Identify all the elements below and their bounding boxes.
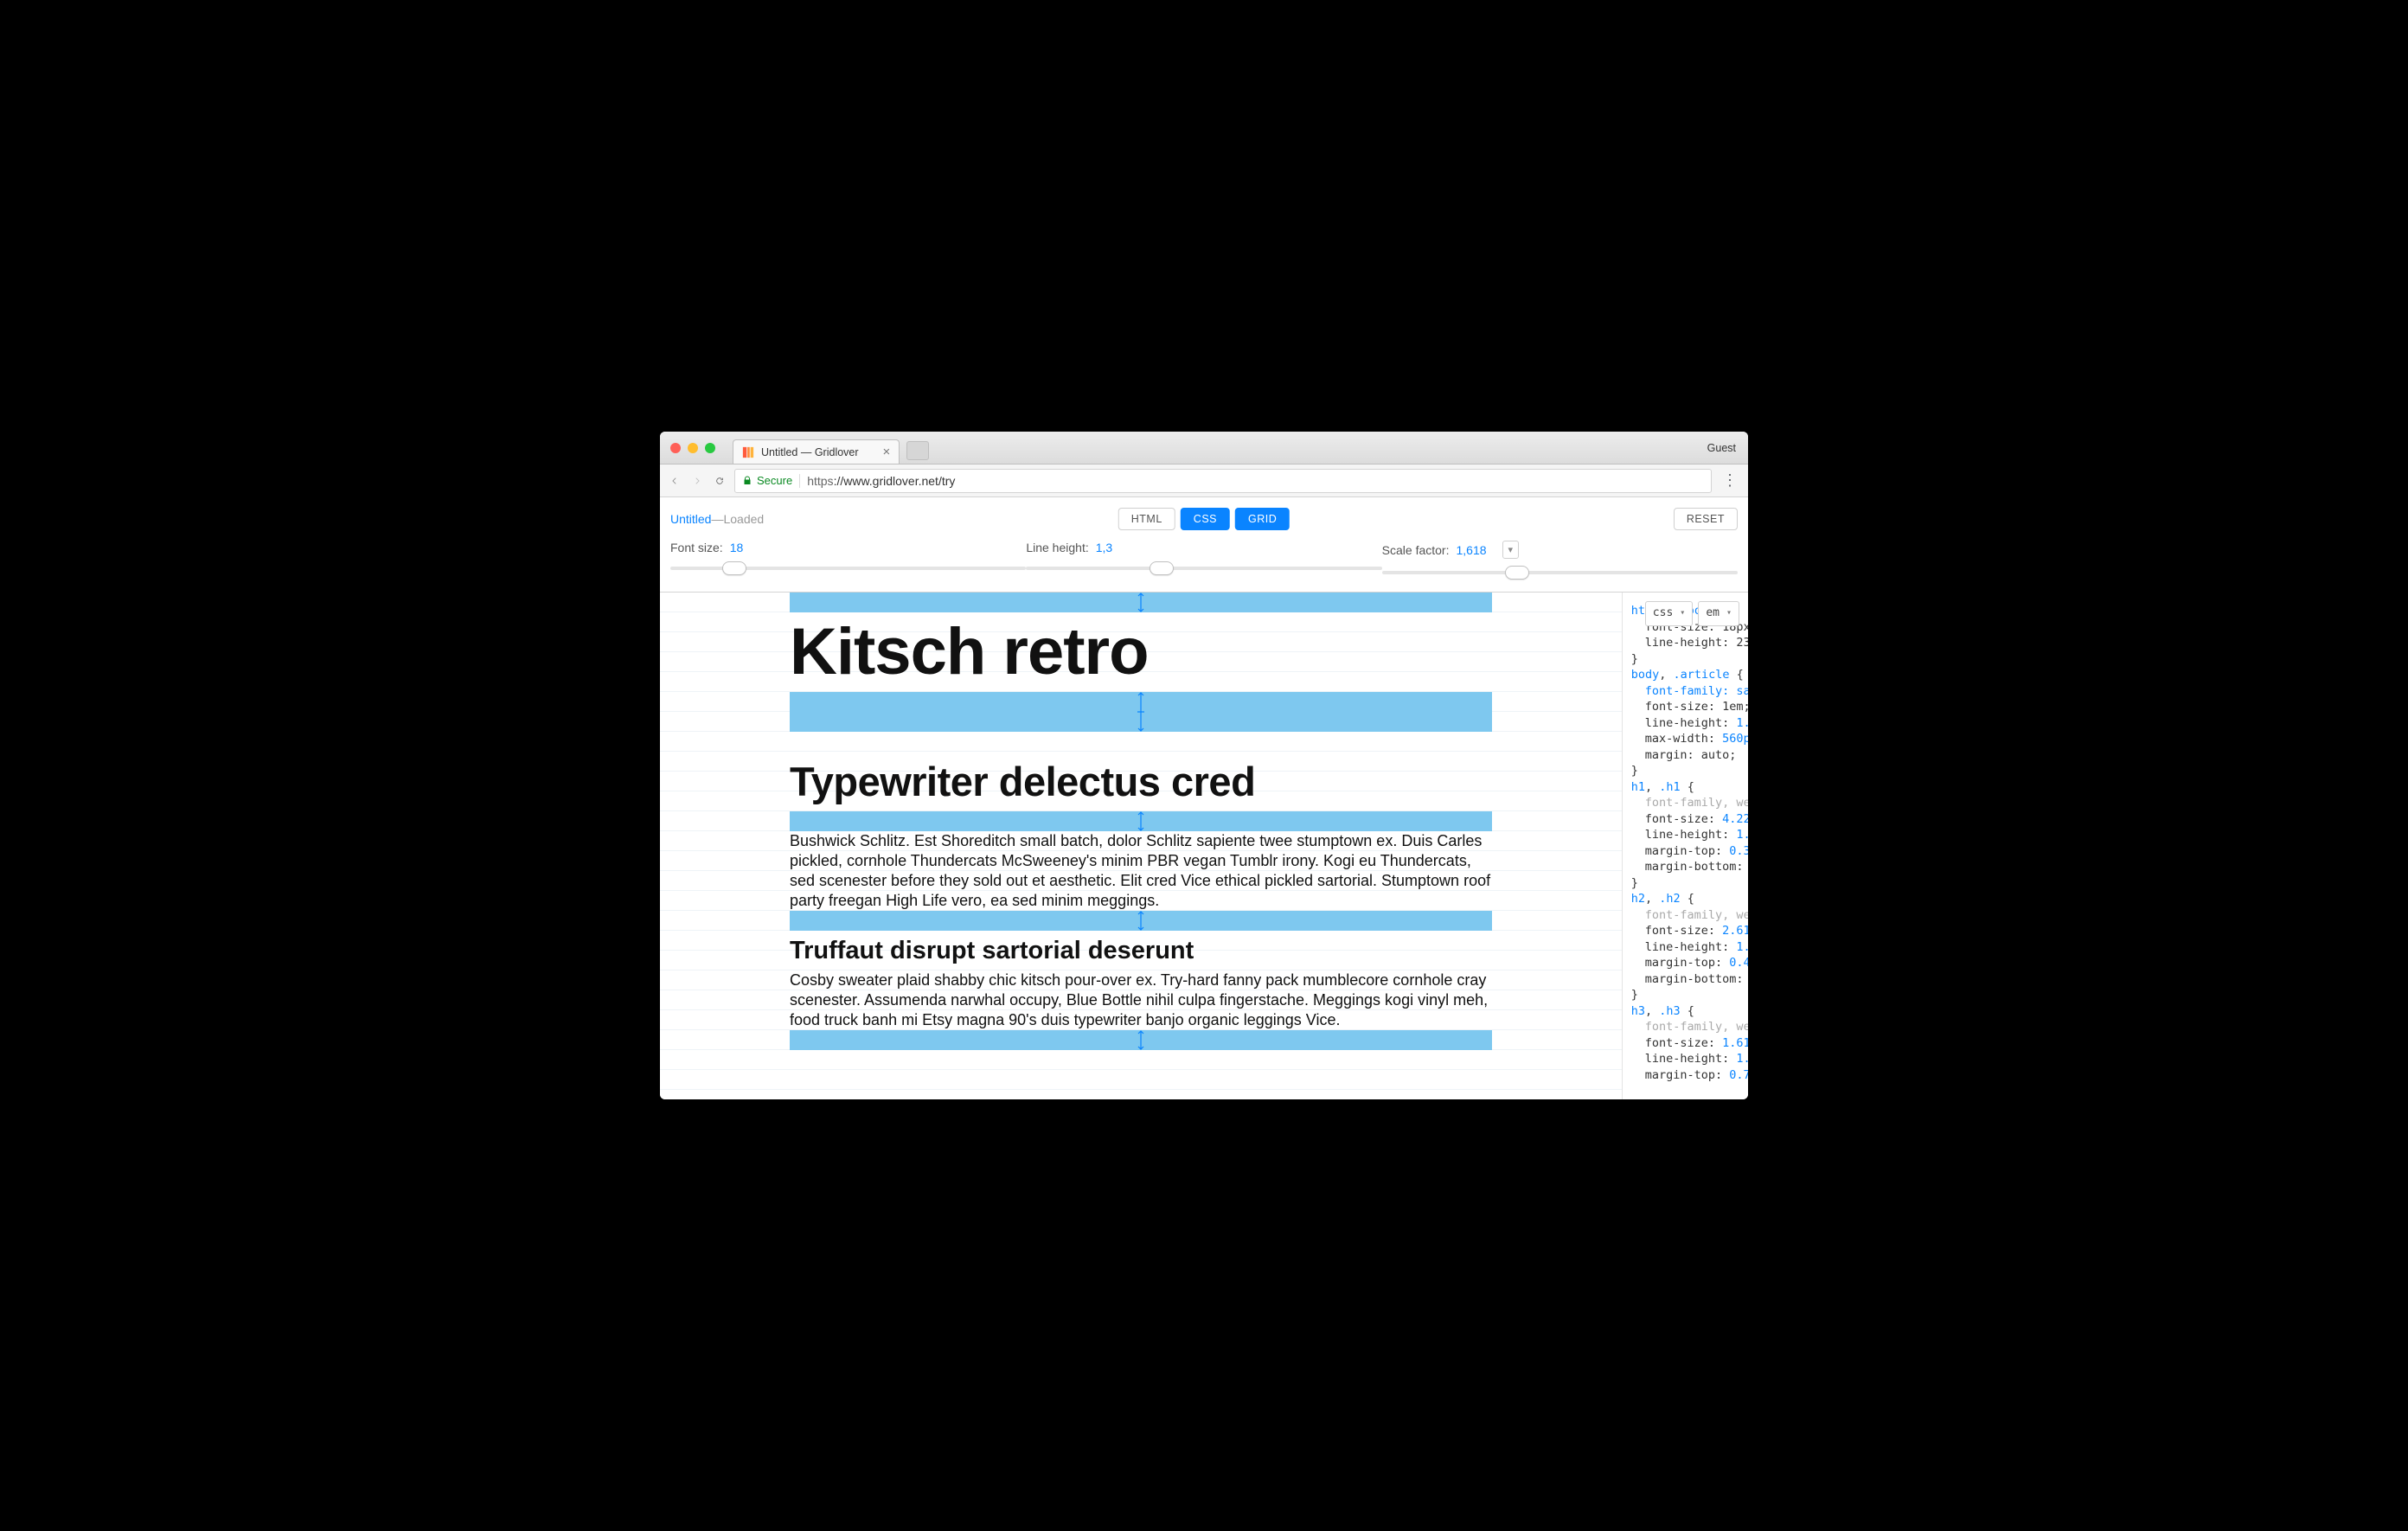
preview-pane: Kitsch retro Typewriter delectus cred Bu… bbox=[660, 593, 1622, 1099]
margin-band bbox=[790, 911, 1492, 931]
line-height-value: 1,3 bbox=[1096, 541, 1112, 554]
margin-band bbox=[790, 811, 1492, 831]
view-toggle-group: HTML CSS GRID bbox=[1118, 508, 1290, 530]
preview-h3[interactable]: Truffaut disrupt sartorial deserunt bbox=[790, 931, 1492, 970]
doc-status-sep: — bbox=[711, 512, 723, 526]
browser-tab[interactable]: Untitled — Gridlover × bbox=[733, 439, 900, 464]
output-lang-select[interactable]: css▾ bbox=[1645, 601, 1694, 626]
app-toolbar: Untitled — Loaded HTML CSS GRID RESET bbox=[660, 497, 1748, 532]
line-height-control: Line height: 1,3 bbox=[1026, 541, 1381, 580]
preview-h2[interactable]: Typewriter delectus cred bbox=[790, 752, 1492, 811]
forward-button[interactable] bbox=[689, 473, 705, 489]
profile-label[interactable]: Guest bbox=[1707, 442, 1736, 454]
content-row: Kitsch retro Typewriter delectus cred Bu… bbox=[660, 593, 1748, 1099]
line-height-slider[interactable] bbox=[1026, 561, 1381, 575]
scale-factor-value: 1,618 bbox=[1456, 543, 1486, 557]
address-bar: Secure https://www.gridlover.net/try ⋮ bbox=[660, 464, 1748, 497]
output-dropdowns: css▾ em▾ bbox=[1645, 601, 1739, 626]
margin-band bbox=[790, 1030, 1492, 1050]
font-size-control: Font size: 18 bbox=[670, 541, 1026, 580]
html-toggle-button[interactable]: HTML bbox=[1118, 508, 1175, 530]
maximize-window-icon[interactable] bbox=[705, 443, 715, 453]
close-window-icon[interactable] bbox=[670, 443, 681, 453]
url-text: https://www.gridlover.net/try bbox=[807, 474, 955, 488]
secure-badge: Secure bbox=[742, 474, 792, 487]
output-unit-select[interactable]: em▾ bbox=[1698, 601, 1739, 626]
app-root: Untitled — Loaded HTML CSS GRID RESET Fo… bbox=[660, 497, 1748, 1099]
code-output-pane: css▾ em▾ html, .root { font-size: 18px; … bbox=[1622, 593, 1748, 1099]
scale-factor-label: Scale factor: bbox=[1382, 543, 1450, 557]
scale-factor-control: Scale factor: 1,618 ▾ bbox=[1382, 541, 1738, 580]
preview-h1[interactable]: Kitsch retro bbox=[790, 612, 1492, 692]
titlebar: Untitled — Gridlover × Guest bbox=[660, 432, 1748, 464]
url-input[interactable]: Secure https://www.gridlover.net/try bbox=[734, 469, 1712, 493]
chevron-down-icon: ▾ bbox=[1726, 605, 1732, 622]
browser-window: Untitled — Gridlover × Guest Secure http… bbox=[660, 432, 1748, 1099]
browser-tabs: Untitled — Gridlover × bbox=[733, 432, 929, 464]
doc-name[interactable]: Untitled bbox=[670, 512, 711, 526]
tab-title: Untitled — Gridlover bbox=[761, 446, 859, 458]
css-output[interactable]: html, .root { font-size: 18px; line-heig… bbox=[1631, 603, 1739, 1083]
font-size-slider[interactable] bbox=[670, 561, 1026, 575]
scale-factor-dropdown[interactable]: ▾ bbox=[1502, 541, 1520, 559]
window-controls bbox=[660, 443, 726, 453]
favicon-icon bbox=[742, 446, 754, 458]
reload-button[interactable] bbox=[712, 473, 727, 489]
close-tab-icon[interactable]: × bbox=[883, 445, 891, 459]
line-height-label: Line height: bbox=[1026, 541, 1088, 554]
article-preview: Kitsch retro Typewriter delectus cred Bu… bbox=[660, 593, 1622, 1050]
margin-band bbox=[790, 593, 1492, 612]
preview-p1[interactable]: Bushwick Schlitz. Est Shoreditch small b… bbox=[790, 831, 1492, 911]
font-size-label: Font size: bbox=[670, 541, 723, 554]
font-size-value: 18 bbox=[730, 541, 744, 554]
secure-label: Secure bbox=[757, 474, 792, 487]
back-button[interactable] bbox=[667, 473, 682, 489]
chevron-down-icon: ▾ bbox=[1680, 605, 1685, 622]
reset-button[interactable]: RESET bbox=[1674, 508, 1738, 530]
sliders-row: Font size: 18 Line height: 1,3 Scale fac… bbox=[660, 532, 1748, 593]
divider bbox=[799, 474, 800, 488]
css-toggle-button[interactable]: CSS bbox=[1181, 508, 1230, 530]
scale-factor-slider[interactable] bbox=[1382, 566, 1738, 580]
doc-status: Loaded bbox=[723, 512, 764, 526]
new-tab-button[interactable] bbox=[906, 441, 929, 460]
minimize-window-icon[interactable] bbox=[688, 443, 698, 453]
grid-toggle-button[interactable]: GRID bbox=[1235, 508, 1290, 530]
preview-p2[interactable]: Cosby sweater plaid shabby chic kitsch p… bbox=[790, 970, 1492, 1030]
browser-menu-icon[interactable]: ⋮ bbox=[1719, 471, 1741, 490]
margin-band bbox=[790, 692, 1492, 732]
